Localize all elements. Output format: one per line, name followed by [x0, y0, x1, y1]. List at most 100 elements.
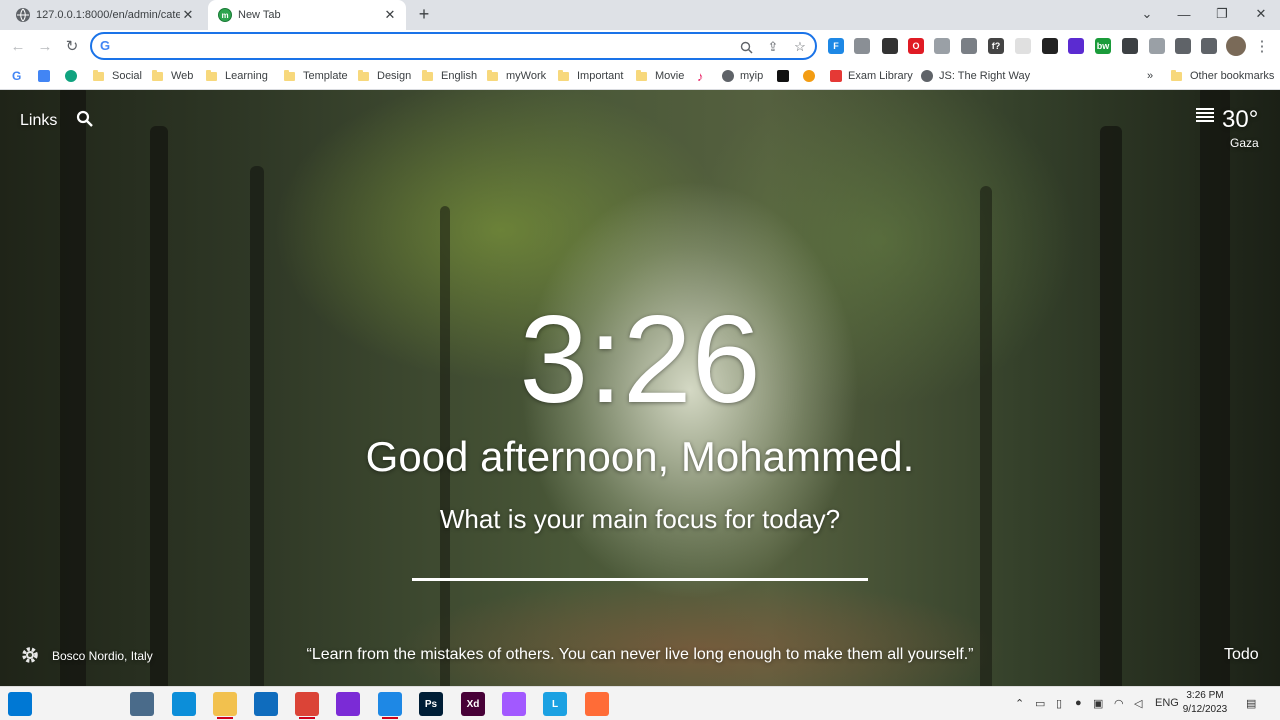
profile-avatar[interactable] — [1226, 36, 1246, 56]
folder-icon — [152, 69, 163, 81]
phone-icon[interactable] — [1042, 38, 1058, 54]
chrome-menu-icon[interactable]: ⋮ — [1252, 36, 1272, 56]
search-icon[interactable] — [48, 692, 72, 716]
address-input[interactable] — [120, 37, 720, 55]
bookmark-folder-design[interactable]: Design — [358, 68, 411, 84]
back-arrow-icon[interactable]: ← — [8, 36, 28, 56]
mail-icon[interactable] — [254, 692, 278, 716]
taskbar-time: 3:26 PM — [1186, 690, 1224, 701]
maximize-icon[interactable]: ❐ — [1203, 0, 1241, 28]
bw-icon[interactable]: bw — [1095, 38, 1111, 54]
windows-taskbar: Ps Xd L ⌃ ▭ ▯ ● ▣ ◠ ◁ ENG 3:26 PM 9/12/202… — [0, 686, 1280, 720]
bookmark-folder-english[interactable]: English — [422, 68, 477, 84]
calculator-icon[interactable] — [130, 692, 154, 716]
f-icon[interactable]: F — [828, 38, 844, 54]
chatgpt-bookmark-icon[interactable] — [65, 68, 83, 84]
search-icon[interactable] — [76, 110, 96, 130]
windows-start-icon[interactable] — [8, 692, 32, 716]
tab-title: 127.0.0.1:8000/en/admin/categor — [36, 9, 180, 21]
microphone-icon[interactable]: ● — [1075, 697, 1082, 709]
bookmark-star-icon[interactable]: ☆ — [791, 38, 809, 56]
address-bar[interactable]: G ⇪ ☆ — [90, 32, 817, 60]
folder-icon — [284, 69, 295, 81]
bookmark-label: English — [441, 70, 478, 82]
bookmark-folder-movie[interactable]: Movie — [636, 68, 684, 84]
links-button[interactable]: Links — [20, 112, 57, 130]
notification-icon[interactable]: ▤ — [1246, 697, 1256, 710]
bookmark-js-the-right-way[interactable]: JS: The Right Way — [921, 68, 1030, 84]
wifi-extension-icon[interactable] — [1122, 38, 1138, 54]
language-indicator[interactable]: ENG — [1155, 697, 1179, 709]
other-bookmarks-folder[interactable]: Other bookmarks — [1171, 68, 1274, 84]
close-tab-icon[interactable]: ✕ — [382, 7, 398, 23]
close-tab-icon[interactable]: ✕ — [180, 7, 196, 23]
share-icon[interactable]: ⇪ — [764, 38, 782, 56]
puzzle-icon[interactable] — [1175, 38, 1191, 54]
focus-input[interactable] — [412, 578, 868, 581]
phpstorm-icon[interactable] — [336, 692, 360, 716]
bookmark-folder-social[interactable]: Social — [93, 68, 142, 84]
bookmark-myip[interactable]: myip — [722, 68, 763, 84]
bookmark-folder-important[interactable]: Important — [558, 68, 623, 84]
vscode-icon[interactable] — [378, 692, 402, 716]
bookmark-label: Learning — [225, 70, 268, 82]
momentum-icon: m — [218, 8, 232, 22]
translate-bookmark-icon[interactable] — [38, 68, 56, 84]
opera-icon[interactable]: O — [908, 38, 924, 54]
google-bookmark-icon[interactable]: G — [12, 68, 21, 84]
display-icon[interactable]: ▣ — [1093, 697, 1103, 710]
figma-icon[interactable] — [502, 692, 526, 716]
cube-icon[interactable] — [1068, 38, 1084, 54]
bookmark-exam-library[interactable]: Exam Library — [830, 68, 913, 84]
xd-icon[interactable]: Xd — [461, 692, 485, 716]
google-icon: G — [100, 38, 111, 53]
edge-icon[interactable] — [172, 692, 196, 716]
fx-icon[interactable]: f? — [988, 38, 1004, 54]
camera-icon[interactable] — [961, 38, 977, 54]
bookmark-folder-web[interactable]: Web — [152, 68, 193, 84]
blank-extension-icon[interactable] — [1015, 38, 1031, 54]
grid-icon[interactable] — [854, 38, 870, 54]
running-indicator — [217, 717, 233, 719]
folder-icon — [636, 69, 647, 81]
bookmark-folder-learning[interactable]: Learning — [206, 68, 268, 84]
s-bookmark-icon[interactable] — [803, 68, 821, 84]
tab-admin[interactable]: 127.0.0.1:8000/en/admin/categor ✕ — [8, 0, 204, 30]
chrome-icon[interactable] — [295, 692, 319, 716]
taskbar-clock[interactable]: 3:26 PM 9/12/2023 — [1180, 689, 1230, 717]
clock: 3:26 — [519, 291, 761, 429]
tray-overflow-icon[interactable]: ⌃ — [1015, 697, 1024, 710]
gear-extension-icon[interactable] — [934, 38, 950, 54]
minimize-icon[interactable]: — — [1165, 0, 1203, 28]
forward-arrow-icon[interactable]: → — [35, 36, 55, 56]
todo-button[interactable]: Todo — [1224, 646, 1259, 664]
photoshop-icon[interactable]: Ps — [419, 692, 443, 716]
wifi-icon[interactable]: ◠ — [1114, 697, 1124, 710]
weather-menu-icon[interactable] — [1196, 108, 1214, 122]
bookmark-label: Important — [577, 70, 624, 82]
sidepanel-icon[interactable] — [1201, 38, 1217, 54]
device-icon[interactable]: ▯ — [1056, 697, 1062, 710]
bookmark-folder-mywork[interactable]: myWork — [487, 68, 546, 84]
reload-icon[interactable]: ↻ — [62, 36, 82, 56]
battery-icon[interactable]: ▭ — [1035, 697, 1045, 710]
music-bookmark-icon[interactable]: ♪ — [697, 68, 704, 84]
postman-icon[interactable] — [585, 692, 609, 716]
close-window-icon[interactable]: ✕ — [1242, 0, 1280, 28]
tab-search-icon[interactable]: ⌄ — [1128, 0, 1166, 28]
bookmark-folder-template[interactable]: Template — [284, 68, 348, 84]
eyedropper-icon[interactable] — [882, 38, 898, 54]
task-view-icon[interactable] — [88, 692, 112, 716]
zoom-icon[interactable] — [737, 38, 755, 56]
bookmarks-overflow-button[interactable]: » — [1147, 68, 1153, 84]
temperature[interactable]: 30° — [1222, 106, 1258, 134]
speaker-icon[interactable]: ◁ — [1134, 697, 1142, 710]
taskbar-date: 9/12/2023 — [1182, 704, 1228, 715]
l-app-icon[interactable]: L — [543, 692, 567, 716]
new-tab-button[interactable]: + — [414, 5, 434, 25]
file-explorer-icon[interactable] — [213, 692, 237, 716]
dark-a-bookmark-icon[interactable] — [777, 68, 795, 84]
tab-new-tab[interactable]: m New Tab ✕ — [208, 0, 406, 30]
funnel-icon[interactable] — [1149, 38, 1165, 54]
bookmark-label: JS: The Right Way — [939, 70, 1031, 82]
